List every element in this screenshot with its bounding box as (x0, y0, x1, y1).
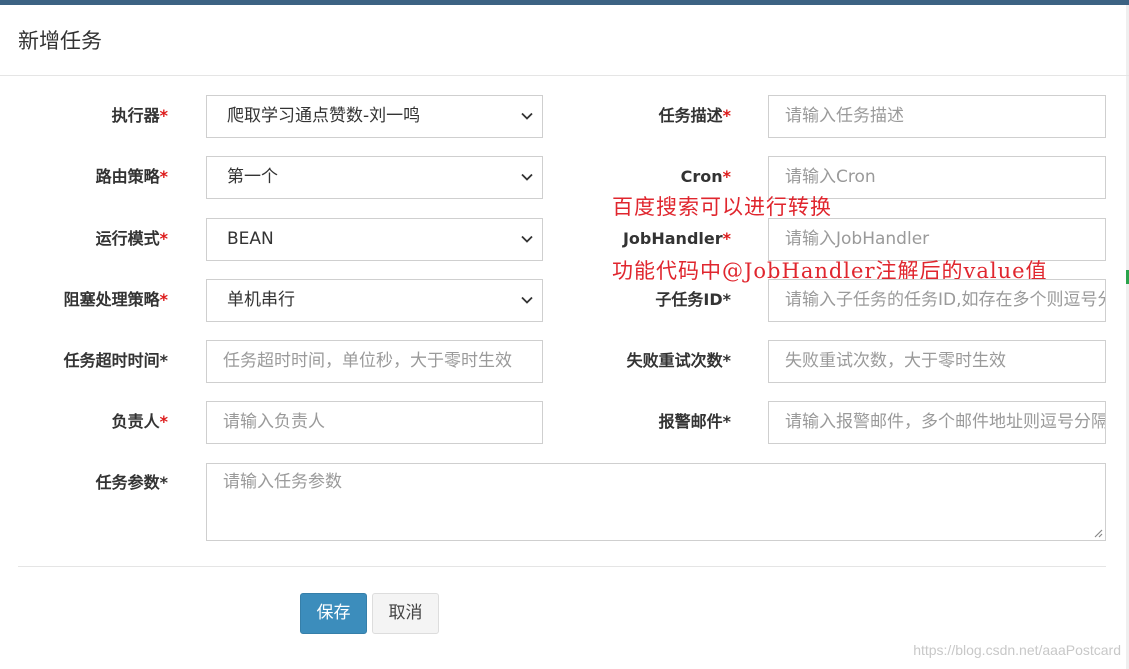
author-placeholder: 请输入负责人 (223, 412, 325, 432)
route-strategy-label-text: 路由策略 (95, 167, 160, 186)
block-strategy-value: 单机串行 (227, 290, 295, 310)
child-job-id-input[interactable]: 请输入子任务的任务ID,如存在多个则逗号分隔 (768, 279, 1106, 322)
fail-retry-label: 失败重试次数* (626, 351, 731, 370)
params-placeholder: 请输入任务参数 (223, 472, 342, 492)
annotation-note-1: 百度搜索可以进行转换 (612, 195, 832, 219)
cron-placeholder: 请输入Cron (785, 167, 876, 187)
required-mark: * (159, 290, 168, 309)
chevron-down-icon (521, 112, 533, 120)
fail-retry-placeholder: 失败重试次数，大于零时生效 (785, 351, 1006, 371)
cron-label-text: Cron (680, 167, 723, 186)
run-mode-label-text: 运行模式 (95, 229, 160, 248)
dialog-header: 新增任务 (0, 5, 1129, 76)
alarm-email-input[interactable]: 请输入报警邮件，多个邮件地址则逗号分隔 (768, 401, 1106, 444)
description-placeholder: 请输入任务描述 (785, 106, 904, 126)
executor-label: 执行器* (112, 106, 168, 126)
required-mark: * (722, 106, 731, 125)
chevron-down-icon (521, 173, 533, 181)
cron-label: Cron* (681, 167, 731, 187)
block-strategy-select[interactable]: 单机串行 (206, 279, 543, 322)
chevron-down-icon (521, 235, 533, 243)
job-handler-placeholder: 请输入JobHandler (785, 229, 930, 249)
author-input[interactable]: 请输入负责人 (206, 401, 543, 444)
run-mode-value: BEAN (227, 229, 274, 249)
run-mode-label: 运行模式* (96, 229, 168, 249)
description-label: 任务描述* (659, 106, 731, 126)
executor-select[interactable]: 爬取学习通点赞数-刘一鸣 (206, 95, 543, 138)
route-strategy-label: 路由策略* (96, 167, 168, 187)
alarm-email-label: 报警邮件* (658, 412, 731, 431)
job-handler-label: JobHandler* (623, 229, 731, 249)
child-job-id-placeholder: 请输入子任务的任务ID,如存在多个则逗号分隔 (785, 290, 1106, 310)
author-label-text: 负责人 (111, 412, 160, 431)
required-mark: * (722, 167, 731, 186)
child-job-id-label: 子任务ID* (655, 290, 731, 309)
job-handler-label-text: JobHandler (622, 229, 723, 248)
author-label: 负责人* (112, 412, 168, 432)
description-label-text: 任务描述 (658, 106, 723, 125)
watermark-text: https://blog.csdn.net/aaaPostcard (913, 642, 1121, 658)
timeout-input[interactable]: 任务超时时间，单位秒，大于零时生效 (206, 340, 543, 383)
required-mark: * (159, 412, 168, 431)
params-textarea[interactable]: 请输入任务参数 (206, 463, 1106, 541)
executor-value: 爬取学习通点赞数-刘一鸣 (227, 106, 421, 126)
route-strategy-value: 第一个 (227, 167, 278, 187)
footer-divider (18, 566, 1106, 567)
cancel-button[interactable]: 取消 (372, 593, 439, 634)
executor-label-text: 执行器 (111, 106, 160, 125)
run-mode-select[interactable]: BEAN (206, 218, 543, 261)
save-button[interactable]: 保存 (300, 593, 367, 634)
route-strategy-select[interactable]: 第一个 (206, 156, 543, 199)
timeout-label: 任务超时时间* (63, 351, 168, 370)
required-mark: * (722, 229, 731, 248)
fail-retry-input[interactable]: 失败重试次数，大于零时生效 (768, 340, 1106, 383)
required-mark: * (159, 167, 168, 186)
block-strategy-label: 阻塞处理策略* (64, 290, 168, 310)
required-mark: * (159, 229, 168, 248)
block-strategy-label-text: 阻塞处理策略 (63, 290, 160, 309)
dialog-title: 新增任务 (18, 29, 102, 53)
resize-grip-icon[interactable] (1093, 528, 1103, 538)
alarm-email-placeholder: 请输入报警邮件，多个邮件地址则逗号分隔 (785, 412, 1106, 432)
timeout-placeholder: 任务超时时间，单位秒，大于零时生效 (223, 351, 512, 371)
description-input[interactable]: 请输入任务描述 (768, 95, 1106, 138)
params-label: 任务参数* (95, 473, 168, 492)
required-mark: * (159, 106, 168, 125)
chevron-down-icon (521, 296, 533, 304)
